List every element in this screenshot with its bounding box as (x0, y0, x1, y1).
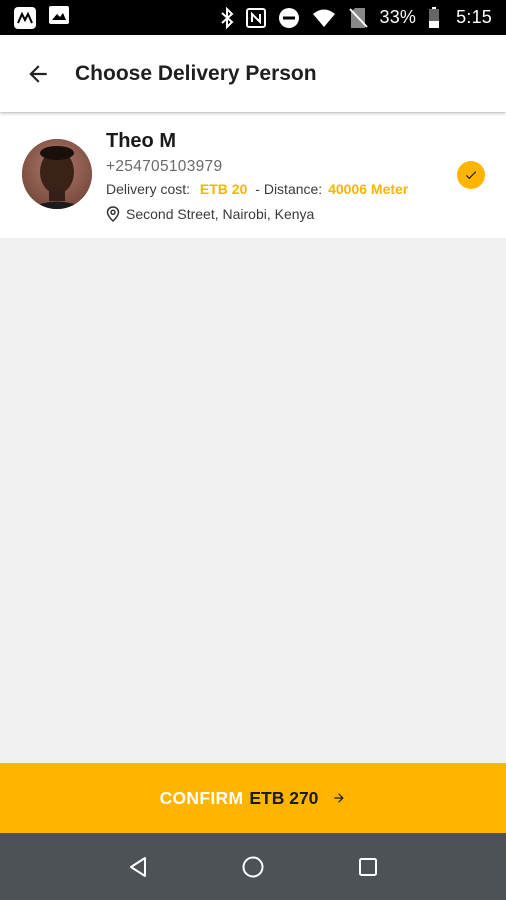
confirm-button[interactable]: CONFIRM ETB 270 (0, 763, 506, 833)
home-circle-icon (242, 856, 264, 877)
wifi-icon (312, 8, 336, 28)
status-bar-right: 33% 5:15 (220, 6, 492, 29)
distance-label: - Distance: (255, 181, 323, 197)
nav-recents-button[interactable] (346, 845, 390, 889)
do-not-disturb-icon (278, 7, 300, 29)
person-name: Theo M (106, 130, 176, 152)
no-sim-icon (348, 7, 368, 29)
cost-label: Delivery cost: (106, 181, 191, 197)
person-info: Theo M +254705103979 Delivery cost: ETB … (106, 129, 436, 223)
avatar (22, 139, 92, 209)
nav-home-button[interactable] (231, 845, 275, 889)
recents-square-icon (359, 857, 378, 876)
delivery-person-card[interactable]: Theo M +254705103979 Delivery cost: ETB … (0, 113, 506, 238)
distance-value: 40006 Meter (328, 181, 409, 197)
cost-distance-row: Delivery cost: ETB 20 - Distance: 40006 … (106, 180, 436, 198)
arrow-left-icon (29, 64, 47, 83)
battery-icon (428, 6, 440, 29)
location-text: Second Street, Nairobi, Kenya (126, 206, 315, 222)
status-bar: 33% 5:15 (0, 0, 506, 35)
location-pin-icon (106, 206, 120, 222)
status-bar-left (14, 5, 70, 30)
check-icon (465, 171, 477, 180)
page-title: Choose Delivery Person (75, 61, 317, 85)
back-triangle-icon (129, 856, 146, 877)
nav-back-button[interactable] (116, 845, 160, 889)
person-phone: +254705103979 (106, 158, 223, 175)
location-row: Second Street, Nairobi, Kenya (106, 205, 436, 223)
cost-value: ETB 20 (199, 181, 248, 197)
image-icon (48, 5, 70, 30)
clock: 5:15 (456, 7, 492, 27)
navigation-bar (0, 833, 506, 900)
app-logo-icon (14, 6, 36, 29)
bluetooth-icon (220, 6, 234, 29)
selected-check-badge[interactable] (457, 161, 485, 189)
back-button[interactable] (18, 54, 58, 94)
app-bar: Choose Delivery Person (0, 35, 506, 112)
battery-percent: 33% (379, 7, 417, 27)
confirm-label: CONFIRM (159, 787, 244, 808)
arrow-right-icon (332, 791, 346, 805)
confirm-amount: ETB 270 (249, 787, 319, 808)
nfc-icon (245, 7, 266, 28)
